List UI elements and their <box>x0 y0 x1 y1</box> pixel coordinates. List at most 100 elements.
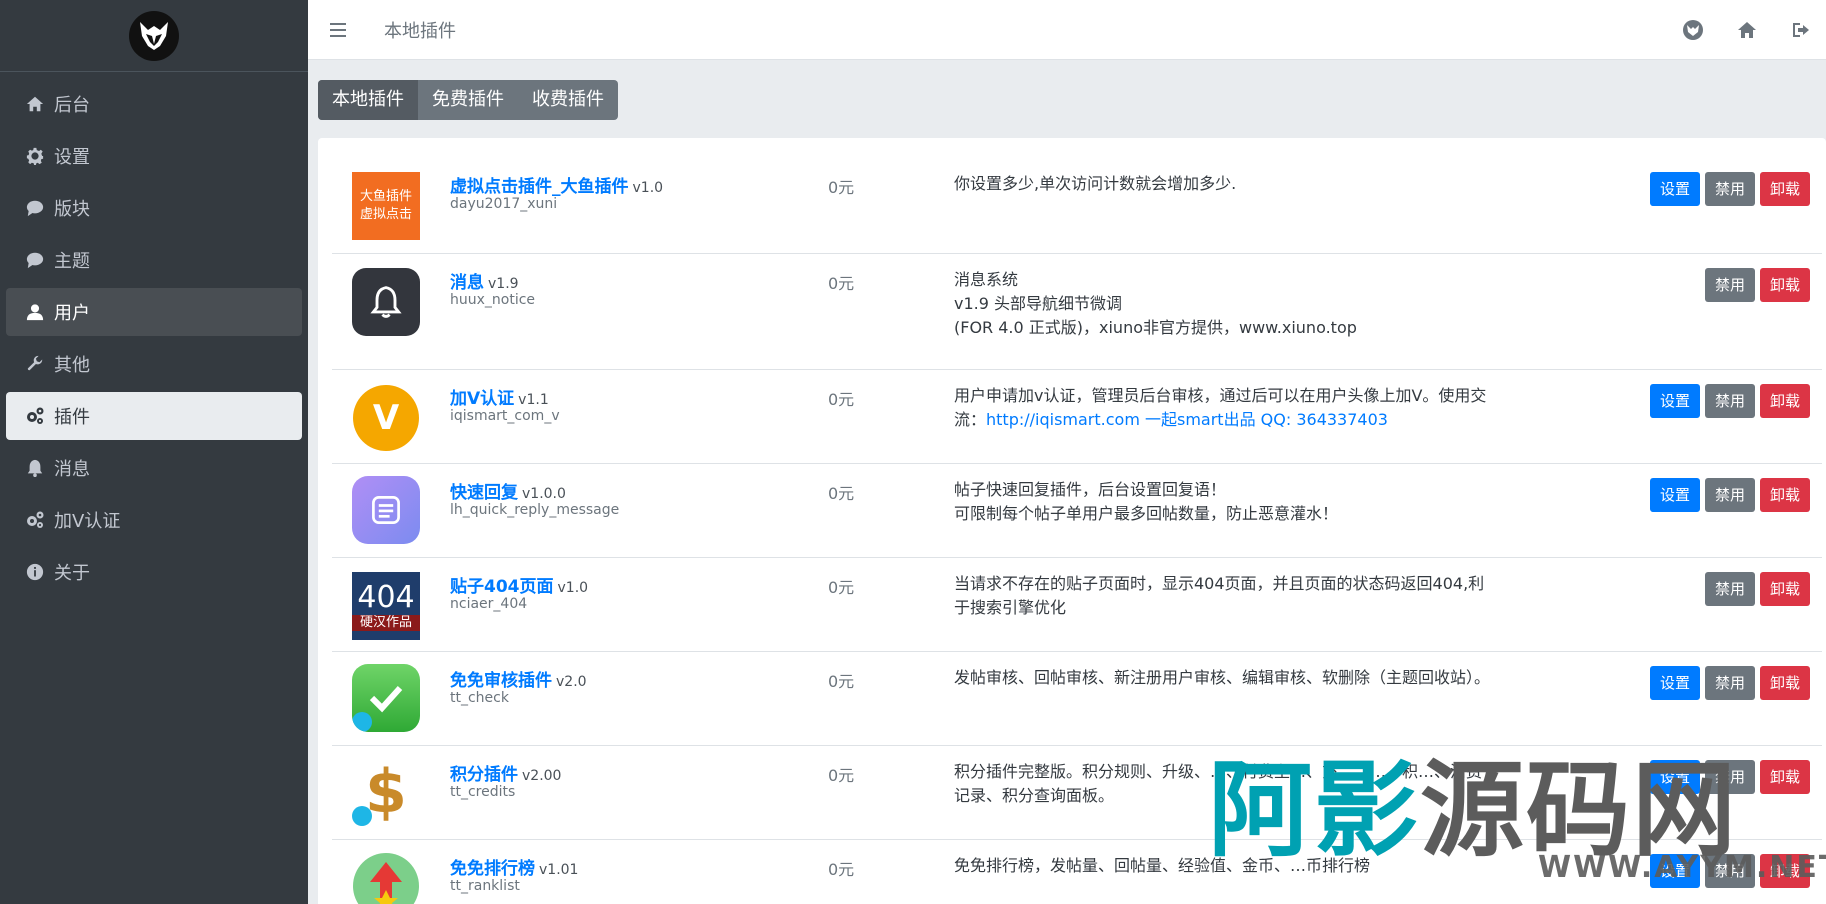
plugin-name[interactable]: 免免审核插件 v2.0 <box>450 666 587 691</box>
sidebar-item-users[interactable]: 用户 <box>6 288 302 336</box>
uninstall-button[interactable]: 卸载 <box>1759 666 1810 700</box>
desc-line: (FOR 4.0 正式版)，xiuno非官方提供，www.xiuno.top <box>954 318 1357 337</box>
plugin-price: 0元 <box>828 672 855 691</box>
sidebar-item-label: 加V认证 <box>54 511 121 532</box>
tab-local-plugins[interactable]: 本地插件 <box>318 80 418 120</box>
thumb-label: 硬汉作品 <box>352 615 420 631</box>
brand-logo[interactable] <box>129 10 179 61</box>
plugin-price: 0元 <box>828 860 855 879</box>
plugin-name[interactable]: 快速回复 v1.0.0 <box>450 478 566 503</box>
disable-button[interactable]: 禁用 <box>1704 268 1755 302</box>
settings-button[interactable]: 设置 <box>1649 760 1700 794</box>
plugin-desc: 发帖审核、回帖审核、新注册用户审核、编辑审核、软删除（主题回收站）。 <box>954 666 1494 690</box>
plugin-dir: nciaer_404 <box>450 596 528 612</box>
plugin-desc: 你设置多少,单次访问计数就会增加多少. <box>954 172 1494 196</box>
sidebar-item-other[interactable]: 其他 <box>6 340 302 388</box>
uninstall-button[interactable]: 卸载 <box>1759 384 1810 418</box>
plugin-name-text[interactable]: 积分插件 <box>450 765 518 785</box>
sidebar-item-plugins[interactable]: 插件 <box>6 392 302 440</box>
uninstall-button[interactable]: 卸载 <box>1759 268 1810 302</box>
settings-button[interactable]: 设置 <box>1649 854 1700 888</box>
disable-button[interactable]: 禁用 <box>1704 478 1755 512</box>
plugin-desc: 消息系统 v1.9 头部导航细节微调 (FOR 4.0 正式版)，xiuno非官… <box>954 268 1494 340</box>
sidebar-item-threads[interactable]: 主题 <box>6 236 302 284</box>
plugin-name[interactable]: 虚拟点击插件_大鱼插件 v1.0 <box>450 172 663 197</box>
settings-button[interactable]: 设置 <box>1649 666 1700 700</box>
plugin-name-text[interactable]: 贴子404页面 <box>450 577 554 597</box>
plugin-dir: tt_check <box>450 690 509 706</box>
document-icon <box>372 496 400 524</box>
sidebar-item-label: 用户 <box>54 303 90 324</box>
plugin-name-text[interactable]: 加V认证 <box>450 389 514 409</box>
home-icon[interactable] <box>1736 19 1758 41</box>
sidebar-item-settings[interactable]: 设置 <box>6 132 302 180</box>
settings-button[interactable]: 设置 <box>1649 384 1700 418</box>
top-actions <box>1682 19 1812 41</box>
settings-button[interactable]: 设置 <box>1649 478 1700 512</box>
plugin-name-text[interactable]: 免免审核插件 <box>450 671 552 691</box>
plugin-name-text[interactable]: 免免排行榜 <box>450 859 535 879</box>
sidebar-item-label: 消息 <box>54 459 90 480</box>
plugin-name-text[interactable]: 快速回复 <box>450 483 518 503</box>
uninstall-button[interactable]: 卸载 <box>1759 478 1810 512</box>
plugin-tabs: 本地插件 免费插件 收费插件 <box>318 80 618 120</box>
thumb-label: 虚拟点击 <box>359 207 412 222</box>
plugin-thumbnail: V <box>352 384 420 452</box>
sidebar-item-label: 其他 <box>54 355 90 376</box>
uninstall-button[interactable]: 卸载 <box>1759 760 1810 794</box>
brand-logo-icon[interactable] <box>1682 19 1704 41</box>
tab-paid-plugins[interactable]: 收费插件 <box>518 80 618 120</box>
plugin-price: 0元 <box>828 578 855 597</box>
disable-button[interactable]: 禁用 <box>1704 854 1755 888</box>
plugin-actions: 设置 禁用 卸载 <box>1649 478 1810 512</box>
tab-free-plugins[interactable]: 免费插件 <box>418 80 518 120</box>
plugin-row: 免免排行榜 v1.01 tt_ranklist 0元 免免排行榜，发帖量、回帖量、… <box>332 840 1822 904</box>
plugin-name[interactable]: 消息 v1.9 <box>450 268 519 293</box>
sidebar-item-notice[interactable]: 消息 <box>6 444 302 492</box>
plugin-name[interactable]: 积分插件 v2.00 <box>450 760 561 785</box>
desc-line: 帖子快速回复插件，后台设置回复语！ <box>954 480 1227 499</box>
uninstall-button[interactable]: 卸载 <box>1759 854 1810 888</box>
sidebar-item-backend[interactable]: 后台 <box>6 80 302 128</box>
menu-toggle-icon[interactable] <box>330 15 360 45</box>
plugin-name[interactable]: 免免排行榜 v1.01 <box>450 854 578 879</box>
sidebar-item-verify-v[interactable]: 加V认证 <box>6 496 302 544</box>
cogs-icon <box>24 405 46 427</box>
uninstall-button[interactable]: 卸载 <box>1759 172 1810 206</box>
home-icon <box>24 93 46 115</box>
plugin-row: V 加V认证 v1.1 iqismart_com_v 0元 用户申请加v认证，管理… <box>332 370 1822 464</box>
sidebar-item-forums[interactable]: 版块 <box>6 184 302 232</box>
plugin-name-text[interactable]: 虚拟点击插件_大鱼插件 <box>450 177 629 197</box>
desc-line: 你设置多少,单次访问计数就会增加多少. <box>954 174 1237 193</box>
desc-line: 当请求不存在的贴子页面时，显示404页面，并且页面的状态码返回404,利于搜索引… <box>954 574 1485 617</box>
logout-icon[interactable] <box>1790 19 1812 41</box>
plugin-price: 0元 <box>828 484 855 503</box>
plugin-price: 0元 <box>828 390 855 409</box>
disable-button[interactable]: 禁用 <box>1704 172 1755 206</box>
sidebar-item-about[interactable]: 关于 <box>6 548 302 596</box>
cogs-icon <box>24 509 46 531</box>
disable-button[interactable]: 禁用 <box>1704 384 1755 418</box>
plugin-version: v2.0 <box>556 674 587 690</box>
settings-button[interactable]: 设置 <box>1649 172 1700 206</box>
plugin-desc: 帖子快速回复插件，后台设置回复语！ 可限制每个帖子单用户最多回帖数量，防止恶意灌… <box>954 478 1494 526</box>
disable-button[interactable]: 禁用 <box>1704 572 1755 606</box>
plugin-actions: 设置 禁用 卸载 <box>1649 854 1810 888</box>
plugin-actions: 设置 禁用 卸载 <box>1649 666 1810 700</box>
plugin-name[interactable]: 加V认证 v1.1 <box>450 384 549 409</box>
desc-link[interactable]: http://iqismart.com 一起smart出品 QQ: 364337… <box>986 410 1388 429</box>
plugin-desc: 当请求不存在的贴子页面时，显示404页面，并且页面的状态码返回404,利于搜索引… <box>954 572 1494 620</box>
sidebar-item-label: 主题 <box>54 251 90 272</box>
plugin-dir: tt_credits <box>450 784 516 800</box>
plugin-version: v1.9 <box>488 276 519 292</box>
plugin-desc: 积分插件完整版。积分规则、升级、…、付费主…、充…、…、积…、消费记录、积分查询… <box>954 760 1494 808</box>
plugin-name[interactable]: 贴子404页面 v1.0 <box>450 572 588 597</box>
plugin-actions: 设置 禁用 卸载 <box>1649 760 1810 794</box>
uninstall-button[interactable]: 卸载 <box>1759 572 1810 606</box>
disable-button[interactable]: 禁用 <box>1704 666 1755 700</box>
disable-button[interactable]: 禁用 <box>1704 760 1755 794</box>
edit-badge-icon <box>352 806 372 826</box>
plugin-name-text[interactable]: 消息 <box>450 273 484 293</box>
plugin-version: v1.0 <box>632 180 664 196</box>
plugin-thumbnail: 大鱼插件 虚拟点击 <box>352 172 420 240</box>
